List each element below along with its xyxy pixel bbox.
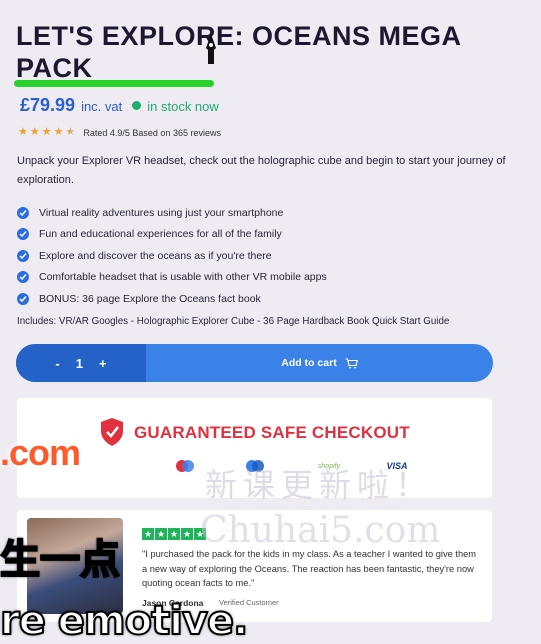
check-icon <box>17 228 29 241</box>
star-icon: ★ <box>53 126 64 138</box>
check-icon <box>17 292 29 305</box>
check-icon <box>17 271 29 284</box>
checkout-title: GUARANTEED SAFE CHECKOUT <box>134 423 410 442</box>
star-icon: ★ <box>18 126 28 138</box>
watermark-site: Chuhai5.com <box>200 510 441 551</box>
review-stars: ★ ★ ★ ★ ★ <box>142 528 206 540</box>
star-icon: ★ <box>142 528 154 540</box>
star-icon: ★ <box>41 126 52 138</box>
feature-item: BONUS: 36 page Explore the Oceans fact b… <box>17 288 327 310</box>
half-star-icon: ★ <box>65 126 76 138</box>
star-icon: ★ <box>155 528 167 540</box>
cursor-icon <box>206 34 216 64</box>
quantity-value[interactable]: 1 <box>76 356 83 371</box>
check-icon <box>17 249 29 262</box>
watermark-chinese: 新课更新啦！ <box>205 466 434 504</box>
subtitle-english: re emotive. <box>0 597 249 644</box>
add-to-cart-button[interactable]: Add to cart <box>146 344 493 382</box>
decrease-button[interactable]: - <box>55 356 59 371</box>
rating-text: Rated 4.9/5 Based on 365 reviews <box>83 127 221 138</box>
feature-list: Virtual reality adventures using just yo… <box>17 202 327 310</box>
feature-text: BONUS: 36 page Explore the Oceans fact b… <box>39 292 261 305</box>
feature-text: Explore and discover the oceans as if yo… <box>39 249 272 262</box>
stock-dot-icon <box>132 101 142 110</box>
add-to-cart-label: Add to cart <box>281 357 337 369</box>
feature-item: Virtual reality adventures using just yo… <box>17 202 327 224</box>
star-icon: ★ <box>181 528 193 540</box>
price: £79.99 <box>20 95 76 115</box>
feature-text: Virtual reality adventures using just yo… <box>39 206 284 219</box>
vat-label: inc. vat <box>81 99 123 114</box>
subtitle-chinese: 生一点 <box>0 536 121 584</box>
star-icon: ★ <box>168 528 180 540</box>
rating-row[interactable]: ★ ★ ★ ★ ★ Rated 4.9/5 Based on 365 revie… <box>18 127 221 138</box>
feature-item: Comfortable headset that is usable with … <box>17 267 327 289</box>
shield-check-icon <box>101 418 123 446</box>
check-icon <box>17 206 29 219</box>
star-icon: ★ <box>29 126 40 138</box>
maestro-logo-icon <box>173 459 197 473</box>
includes-text: Includes: VR/AR Googles - Holographic Ex… <box>17 316 450 327</box>
product-description: Unpack your Explorer VR headset, check o… <box>17 155 506 186</box>
review-quote: "I purchased the pack for the kids in my… <box>142 549 477 588</box>
feature-item: Fun and educational experiences for all … <box>17 224 327 246</box>
cart-bar: - 1 + Add to cart <box>16 344 493 382</box>
title-highlight <box>14 80 214 87</box>
feature-item: Explore and discover the oceans as if yo… <box>17 245 327 267</box>
quantity-stepper[interactable]: - 1 + <box>16 344 146 382</box>
feature-text: Fun and educational experiences for all … <box>39 228 282 241</box>
cart-icon <box>345 357 358 368</box>
increase-button[interactable]: + <box>99 356 107 371</box>
price-row: £79.99 inc. vat in stock now <box>20 95 219 116</box>
watermark-com: .com <box>0 432 81 473</box>
feature-text: Comfortable headset that is usable with … <box>39 271 327 284</box>
stock-status: in stock now <box>147 99 219 114</box>
product-title: LET'S EXPLORE: OCEANS MEGA PACK <box>16 21 461 83</box>
